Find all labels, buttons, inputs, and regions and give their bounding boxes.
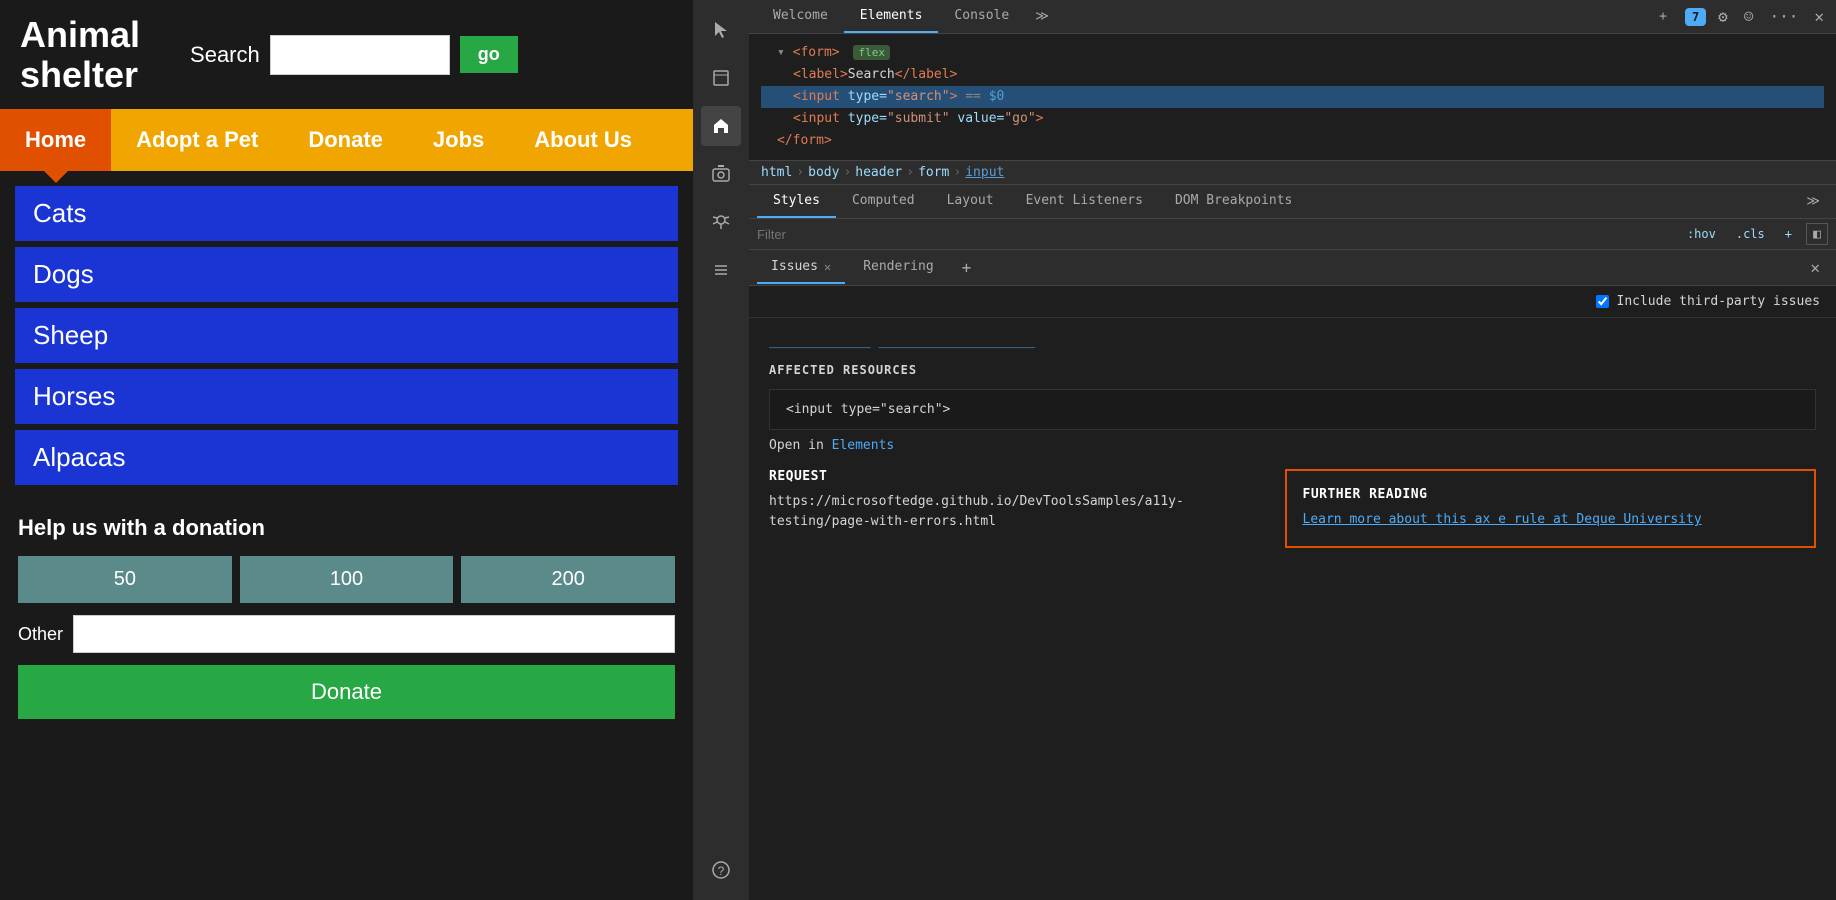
svg-text:?: ?	[718, 864, 725, 878]
nav-item-adopt[interactable]: Adopt a Pet	[111, 109, 283, 171]
devtools-tabs-right: + 7 ⚙ ☺ ··· ✕	[1649, 1, 1828, 32]
top-link-line[interactable]: _____________ ____________________	[769, 334, 1816, 349]
home-icon[interactable]	[701, 106, 741, 146]
devtools-panel: Welcome Elements Console ≫ + 7 ⚙ ☺ ··· ✕…	[749, 0, 1836, 900]
amount-100-button[interactable]: 100	[240, 556, 454, 603]
search-input[interactable]	[270, 35, 450, 75]
cls-button[interactable]: .cls	[1730, 225, 1771, 243]
styles-tab[interactable]: Styles	[757, 185, 836, 218]
breadcrumb-html[interactable]: html	[761, 165, 792, 180]
computed-tab[interactable]: Computed	[836, 185, 931, 218]
filter-bar: :hov .cls + ◧	[749, 219, 1836, 250]
list-item-sheep[interactable]: Sheep	[15, 308, 678, 363]
code-snippet: <input type="search">	[769, 389, 1816, 430]
changes-icon[interactable]	[701, 250, 741, 290]
search-label: Search	[190, 42, 260, 68]
styles-more-icon[interactable]: ≫	[1798, 186, 1828, 217]
third-party-label[interactable]: Include third-party issues	[1617, 294, 1821, 309]
list-item-cats[interactable]: Cats	[15, 186, 678, 241]
further-reading-link[interactable]: Learn more about this ax e rule at Deque…	[1303, 512, 1702, 527]
devtools-close-icon[interactable]: ✕	[1810, 3, 1828, 30]
devtools-tabs: Welcome Elements Console ≫ + 7 ⚙ ☺ ··· ✕	[749, 0, 1836, 34]
devtools-sidebar: ?	[693, 0, 749, 900]
sidebar-toggle-icon[interactable]: ◧	[1806, 223, 1828, 245]
inspect-icon[interactable]	[701, 58, 741, 98]
further-reading-header: FURTHER READING	[1303, 487, 1799, 502]
issues-badge: 7	[1685, 8, 1706, 26]
nav-item-about[interactable]: About Us	[509, 109, 657, 171]
issues-bottom-tab[interactable]: Issues ✕	[757, 251, 845, 284]
console-tab[interactable]: Console	[938, 0, 1025, 33]
amount-50-button[interactable]: 50	[18, 556, 232, 603]
third-party-checkbox[interactable]	[1596, 295, 1609, 308]
add-tab-icon[interactable]: +	[952, 250, 982, 285]
issues-content: _____________ ____________________ AFFEC…	[749, 318, 1836, 900]
nav-item-jobs[interactable]: Jobs	[408, 109, 509, 171]
filter-input[interactable]	[757, 227, 1673, 242]
list-item-dogs[interactable]: Dogs	[15, 247, 678, 302]
tree-input-submit-line[interactable]: <input type="submit" value="go">	[761, 108, 1824, 130]
third-party-bar: Include third-party issues	[749, 286, 1836, 318]
animal-list: Cats Dogs Sheep Horses Alpacas	[0, 171, 693, 500]
event-listeners-tab[interactable]: Event Listeners	[1010, 185, 1159, 218]
open-in-elements-line: Open in Elements	[769, 438, 1816, 453]
other-row: Other	[18, 615, 675, 653]
rendering-bottom-tab[interactable]: Rendering	[849, 251, 947, 284]
other-label: Other	[18, 624, 63, 645]
more-options-icon[interactable]: ···	[1765, 3, 1802, 30]
more-tabs-icon[interactable]: ≫	[1025, 1, 1059, 32]
request-col: REQUEST https://microsoftedge.github.io/…	[769, 469, 1285, 548]
html-tree: ▾ <form> flex <label>Search</label> <inp…	[749, 34, 1836, 161]
request-header: REQUEST	[769, 469, 1265, 484]
layout-tab[interactable]: Layout	[931, 185, 1010, 218]
list-item-horses[interactable]: Horses	[15, 369, 678, 424]
bottom-columns: REQUEST https://microsoftedge.github.io/…	[769, 469, 1816, 548]
new-tab-plus[interactable]: +	[1649, 1, 1677, 32]
breadcrumb-body[interactable]: body	[808, 165, 839, 180]
site-title: Animal shelter	[20, 15, 140, 94]
amount-200-button[interactable]: 200	[461, 556, 675, 603]
donation-section: Help us with a donation 50 100 200 Other…	[0, 500, 693, 734]
donation-amounts: 50 100 200	[18, 556, 675, 603]
styles-tabs: Styles Computed Layout Event Listeners D…	[749, 185, 1836, 219]
debug-icon[interactable]	[701, 202, 741, 242]
donate-button[interactable]: Donate	[18, 665, 675, 719]
search-form: Search go	[190, 35, 518, 75]
welcome-tab[interactable]: Welcome	[757, 0, 844, 33]
other-amount-input[interactable]	[73, 615, 675, 653]
elements-tab[interactable]: Elements	[844, 0, 939, 33]
site-header: Animal shelter Search go	[0, 0, 693, 109]
breadcrumb-input[interactable]: input	[965, 165, 1004, 180]
hov-button[interactable]: :hov	[1681, 225, 1722, 243]
settings-icon[interactable]: ⚙	[1714, 3, 1732, 30]
bottom-tabs: Issues ✕ Rendering + ✕	[749, 250, 1836, 286]
nav-item-home[interactable]: Home	[0, 109, 111, 171]
site-nav: Home Adopt a Pet Donate Jobs About Us	[0, 109, 693, 171]
plus-button[interactable]: +	[1779, 225, 1798, 243]
go-button[interactable]: go	[460, 36, 518, 73]
help-icon[interactable]: ?	[701, 850, 741, 890]
tree-form-close-line[interactable]: </form>	[761, 130, 1824, 152]
breadcrumb-form[interactable]: form	[918, 165, 949, 180]
list-item-alpacas[interactable]: Alpacas	[15, 430, 678, 485]
close-all-tabs-icon[interactable]: ✕	[1802, 250, 1828, 285]
affected-resources-header: AFFECTED RESOURCES	[769, 363, 1816, 377]
profile-icon[interactable]: ☺	[1740, 3, 1758, 30]
further-reading-col: FURTHER READING Learn more about this ax…	[1285, 469, 1817, 548]
nav-item-donate[interactable]: Donate	[283, 109, 408, 171]
flex-badge: flex	[853, 45, 890, 60]
elements-link[interactable]: Elements	[832, 438, 895, 453]
devtools-content: _____________ ____________________ AFFEC…	[749, 318, 1836, 900]
donation-title: Help us with a donation	[18, 515, 675, 541]
tree-form-line[interactable]: ▾ <form> flex	[761, 42, 1824, 64]
cursor-icon[interactable]	[701, 10, 741, 50]
breadcrumb-header[interactable]: header	[855, 165, 902, 180]
request-url: https://microsoftedge.github.io/DevTools…	[769, 492, 1265, 531]
tree-label-line[interactable]: <label>Search</label>	[761, 64, 1824, 86]
camera-icon[interactable]	[701, 154, 741, 194]
dom-breakpoints-tab[interactable]: DOM Breakpoints	[1159, 185, 1308, 218]
breadcrumb-bar: html › body › header › form › input	[749, 161, 1836, 185]
tree-input-search-line[interactable]: <input type="search"> == $0	[761, 86, 1824, 108]
issues-tab-close[interactable]: ✕	[824, 260, 831, 274]
